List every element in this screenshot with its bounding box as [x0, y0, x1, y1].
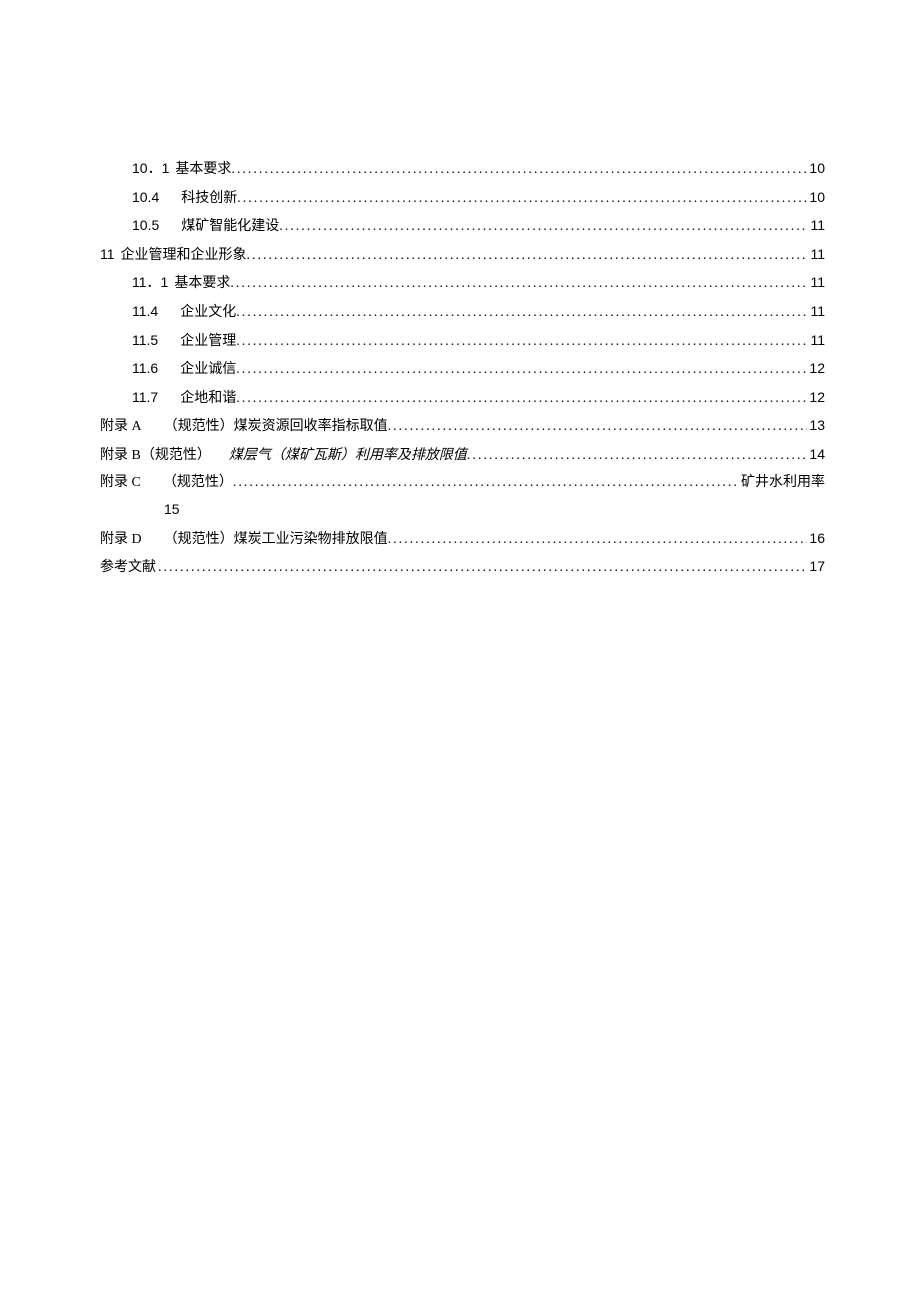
toc-leader-dots	[236, 386, 807, 413]
toc-entry: 11．1 基本要求 11	[100, 269, 825, 298]
toc-entry: 参考文献 17	[100, 553, 825, 582]
toc-page-number: 11	[808, 212, 825, 239]
toc-entry: 附录 D （规范性）煤炭工业污染物排放限值 16	[100, 525, 825, 554]
toc-number: 附录 B（规范性）	[100, 448, 211, 463]
toc-number: 附录 A	[100, 419, 142, 434]
toc-title: 基本要求	[175, 162, 231, 177]
toc-leader-dots	[230, 271, 808, 298]
toc-entry: 附录 A （规范性）煤炭资源回收率指标取值 13	[100, 412, 825, 441]
table-of-contents: 10．1基本要求1010.4科技创新1010.5煤矿智能化建设1111企业管理和…	[100, 155, 825, 582]
toc-title: 企地和谐	[180, 391, 236, 406]
toc-label: 11.6 企业诚信	[132, 355, 236, 384]
toc-page-number: 12	[807, 355, 825, 382]
toc-title: 煤层气（煤矿瓦斯）利用率及排放限值	[229, 448, 467, 463]
toc-entry: 11.5 企业管理 11	[100, 327, 825, 356]
toc-title: 企业诚信	[180, 362, 236, 377]
toc-number: 参考文献	[100, 560, 156, 575]
toc-label: 附录 B（规范性） 煤层气（煤矿瓦斯）利用率及排放限值	[100, 443, 467, 470]
toc-label: 11.7 企地和谐	[132, 384, 236, 413]
toc-label: 附录 C （规范性）	[100, 470, 233, 497]
toc-number: 11.7	[132, 389, 158, 405]
toc-page-number: 10	[807, 155, 825, 182]
toc-leader-dots	[388, 527, 808, 554]
toc-page-number: 13	[807, 412, 825, 439]
toc-number: 附录 C	[100, 475, 141, 490]
toc-entry: 11 企业管理和企业形象 11	[100, 241, 825, 270]
toc-entry: 10.5 煤矿智能化建设 11	[100, 212, 825, 241]
toc-leader-dots	[247, 243, 809, 270]
toc-label: 附录 D （规范性）煤炭工业污染物排放限值	[100, 527, 388, 554]
toc-label: 参考文献	[100, 555, 158, 582]
toc-entry: 附录 C （规范性） 矿井水利用率	[100, 470, 825, 497]
toc-entry: 附录 B（规范性） 煤层气（煤矿瓦斯）利用率及排放限值 14	[100, 441, 825, 470]
toc-number: 11．1	[132, 274, 168, 290]
toc-label: 10.5 煤矿智能化建设	[132, 212, 279, 241]
toc-entry: 11.6 企业诚信 12	[100, 355, 825, 384]
toc-title: 企业管理和企业形象	[121, 248, 247, 263]
toc-leader-dots	[236, 329, 808, 356]
toc-leader-dots	[237, 186, 807, 213]
toc-leader-dots	[158, 555, 807, 582]
toc-label: 10.4 科技创新	[132, 184, 237, 213]
toc-label: 附录 A （规范性）煤炭资源回收率指标取值	[100, 414, 388, 441]
toc-trailing-text: 矿井水利用率	[739, 470, 825, 497]
toc-title: 企业文化	[180, 305, 236, 320]
toc-title: 企业管理	[180, 334, 236, 349]
toc-title: （规范性）煤炭工业污染物排放限值	[164, 532, 388, 547]
toc-subpage-number: 15	[100, 496, 825, 525]
toc-entry: 11.7 企地和谐 12	[100, 384, 825, 413]
toc-leader-dots	[279, 214, 808, 241]
toc-leader-dots	[233, 470, 739, 497]
toc-leader-dots	[236, 300, 808, 327]
toc-number: 11.5	[132, 332, 158, 348]
toc-entry: 11.4 企业文化 11	[100, 298, 825, 327]
toc-number: 附录 D	[100, 532, 142, 547]
toc-page-number: 16	[807, 525, 825, 552]
toc-entry: 10．1 基本要求 10	[100, 155, 825, 184]
toc-label: 11 企业管理和企业形象	[100, 241, 247, 270]
toc-page-number: 12	[807, 384, 825, 411]
toc-number: 11	[100, 246, 115, 262]
toc-title: 基本要求	[174, 276, 230, 291]
toc-title: （规范性）	[163, 475, 233, 490]
toc-label: 11．1 基本要求	[132, 269, 230, 298]
toc-number: 10.4	[132, 189, 159, 205]
toc-leader-dots	[236, 357, 807, 384]
toc-page-number: 11	[808, 327, 825, 354]
toc-leader-dots	[231, 157, 807, 184]
toc-page-number: 11	[808, 269, 825, 296]
toc-page-number: 10	[807, 184, 825, 211]
toc-leader-dots	[388, 414, 808, 441]
toc-label: 11.5 企业管理	[132, 327, 236, 356]
toc-page-number: 11	[808, 241, 825, 268]
toc-entry: 10.4 科技创新 10	[100, 184, 825, 213]
toc-title: 科技创新	[181, 191, 237, 206]
toc-leader-dots	[467, 443, 808, 470]
toc-number: 11.6	[132, 360, 158, 376]
toc-title: 煤矿智能化建设	[181, 219, 279, 234]
toc-page-number: 17	[807, 553, 825, 580]
toc-page-number: 11	[808, 298, 825, 325]
toc-number: 10.5	[132, 217, 159, 233]
toc-number: 10．1	[132, 160, 169, 176]
toc-label: 10．1 基本要求	[132, 155, 231, 184]
toc-label: 11.4 企业文化	[132, 298, 236, 327]
toc-page-number: 14	[807, 441, 825, 468]
toc-title: （规范性）煤炭资源回收率指标取值	[164, 419, 388, 434]
toc-number: 11.4	[132, 303, 158, 319]
